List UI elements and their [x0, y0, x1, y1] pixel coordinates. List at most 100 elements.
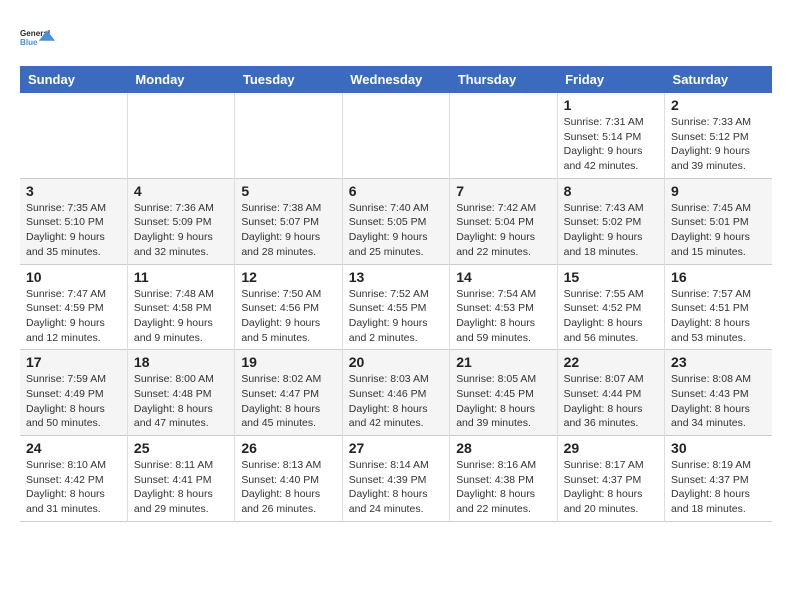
calendar-cell: [235, 93, 342, 178]
day-info: Sunrise: 8:19 AMSunset: 4:37 PMDaylight:…: [671, 458, 766, 517]
calendar-cell: 11 Sunrise: 7:48 AMSunset: 4:58 PMDayligh…: [127, 264, 234, 350]
header-saturday: Saturday: [665, 66, 772, 93]
calendar-cell: 28Sunrise: 8:16 AMSunset: 4:38 PMDayligh…: [450, 436, 557, 522]
calendar-cell: [342, 93, 449, 178]
calendar-cell: 17 Sunrise: 7:59 AMSunset: 4:49 PMDayligh…: [20, 350, 127, 436]
day-info: Sunrise: 7:38 AMSunset: 5:07 PMDaylight:…: [241, 201, 335, 260]
day-number: 7: [456, 183, 550, 199]
calendar-cell: 30 Sunrise: 8:19 AMSunset: 4:37 PMDayligh…: [665, 436, 772, 522]
week-row-0: 1 Sunrise: 7:31 AMSunset: 5:14 PMDaylight…: [20, 93, 772, 178]
day-number: 4: [134, 183, 228, 199]
week-row-2: 10 Sunrise: 7:47 AMSunset: 4:59 PMDayligh…: [20, 264, 772, 350]
day-number: 13: [349, 269, 443, 285]
day-info: Sunrise: 7:45 AMSunset: 5:01 PMDaylight:…: [671, 201, 766, 260]
day-number: 27: [349, 440, 443, 456]
day-info: Sunrise: 7:42 AMSunset: 5:04 PMDaylight:…: [456, 201, 550, 260]
day-info: Sunrise: 7:40 AMSunset: 5:05 PMDaylight:…: [349, 201, 443, 260]
day-info: Sunrise: 7:47 AMSunset: 4:59 PMDaylight:…: [26, 287, 121, 346]
page-header: GeneralBlue: [20, 20, 772, 56]
calendar-table: SundayMondayTuesdayWednesdayThursdayFrid…: [20, 66, 772, 522]
calendar-cell: 25 Sunrise: 8:11 AMSunset: 4:41 PMDayligh…: [127, 436, 234, 522]
calendar-cell: 16 Sunrise: 7:57 AMSunset: 4:51 PMDayligh…: [665, 264, 772, 350]
header-tuesday: Tuesday: [235, 66, 342, 93]
logo-icon: GeneralBlue: [20, 20, 56, 56]
day-number: 9: [671, 183, 766, 199]
day-info: Sunrise: 7:35 AMSunset: 5:10 PMDaylight:…: [26, 201, 121, 260]
day-info: Sunrise: 8:07 AMSunset: 4:44 PMDaylight:…: [564, 372, 658, 431]
day-info: Sunrise: 7:59 AMSunset: 4:49 PMDaylight:…: [26, 372, 121, 431]
day-number: 22: [564, 354, 658, 370]
calendar-cell: 8Sunrise: 7:43 AMSunset: 5:02 PMDaylight…: [557, 178, 664, 264]
day-number: 2: [671, 97, 766, 113]
calendar-cell: [450, 93, 557, 178]
calendar-cell: [127, 93, 234, 178]
calendar-cell: 3 Sunrise: 7:35 AMSunset: 5:10 PMDaylight…: [20, 178, 127, 264]
calendar-cell: 7 Sunrise: 7:42 AMSunset: 5:04 PMDaylight…: [450, 178, 557, 264]
calendar-cell: 13 Sunrise: 7:52 AMSunset: 4:55 PMDayligh…: [342, 264, 449, 350]
day-info: Sunrise: 8:16 AMSunset: 4:38 PMDaylight:…: [456, 458, 550, 517]
day-info: Sunrise: 8:17 AMSunset: 4:37 PMDaylight:…: [564, 458, 658, 517]
day-number: 15: [564, 269, 658, 285]
calendar-cell: 22 Sunrise: 8:07 AMSunset: 4:44 PMDayligh…: [557, 350, 664, 436]
day-info: Sunrise: 8:14 AMSunset: 4:39 PMDaylight:…: [349, 458, 443, 517]
day-info: Sunrise: 7:54 AMSunset: 4:53 PMDaylight:…: [456, 287, 550, 346]
calendar-cell: 5Sunrise: 7:38 AMSunset: 5:07 PMDaylight…: [235, 178, 342, 264]
week-row-1: 3 Sunrise: 7:35 AMSunset: 5:10 PMDaylight…: [20, 178, 772, 264]
day-number: 30: [671, 440, 766, 456]
day-number: 24: [26, 440, 121, 456]
day-number: 17: [26, 354, 121, 370]
week-row-3: 17 Sunrise: 7:59 AMSunset: 4:49 PMDayligh…: [20, 350, 772, 436]
calendar-cell: 6 Sunrise: 7:40 AMSunset: 5:05 PMDaylight…: [342, 178, 449, 264]
day-info: Sunrise: 7:52 AMSunset: 4:55 PMDaylight:…: [349, 287, 443, 346]
calendar-cell: 4 Sunrise: 7:36 AMSunset: 5:09 PMDaylight…: [127, 178, 234, 264]
day-number: 1: [564, 97, 658, 113]
day-number: 6: [349, 183, 443, 199]
calendar-cell: 2 Sunrise: 7:33 AMSunset: 5:12 PMDaylight…: [665, 93, 772, 178]
day-info: Sunrise: 7:50 AMSunset: 4:56 PMDaylight:…: [241, 287, 335, 346]
header-sunday: Sunday: [20, 66, 127, 93]
day-number: 25: [134, 440, 228, 456]
calendar-cell: 29 Sunrise: 8:17 AMSunset: 4:37 PMDayligh…: [557, 436, 664, 522]
calendar-cell: [20, 93, 127, 178]
day-number: 16: [671, 269, 766, 285]
day-number: 20: [349, 354, 443, 370]
day-info: Sunrise: 8:05 AMSunset: 4:45 PMDaylight:…: [456, 372, 550, 431]
week-row-4: 24Sunrise: 8:10 AMSunset: 4:42 PMDayligh…: [20, 436, 772, 522]
day-number: 12: [241, 269, 335, 285]
day-number: 11: [134, 269, 228, 285]
calendar-cell: 12 Sunrise: 7:50 AMSunset: 4:56 PMDayligh…: [235, 264, 342, 350]
day-info: Sunrise: 8:13 AMSunset: 4:40 PMDaylight:…: [241, 458, 335, 517]
day-number: 8: [564, 183, 658, 199]
header-row: SundayMondayTuesdayWednesdayThursdayFrid…: [20, 66, 772, 93]
calendar-cell: 23 Sunrise: 8:08 AMSunset: 4:43 PMDayligh…: [665, 350, 772, 436]
calendar-cell: 26 Sunrise: 8:13 AMSunset: 4:40 PMDayligh…: [235, 436, 342, 522]
day-info: Sunrise: 7:48 AMSunset: 4:58 PMDaylight:…: [134, 287, 228, 346]
calendar-cell: 18Sunrise: 8:00 AMSunset: 4:48 PMDayligh…: [127, 350, 234, 436]
day-number: 3: [26, 183, 121, 199]
day-info: Sunrise: 7:31 AMSunset: 5:14 PMDaylight:…: [564, 115, 658, 174]
day-number: 29: [564, 440, 658, 456]
day-info: Sunrise: 7:33 AMSunset: 5:12 PMDaylight:…: [671, 115, 766, 174]
day-info: Sunrise: 7:55 AMSunset: 4:52 PMDaylight:…: [564, 287, 658, 346]
calendar-cell: 27 Sunrise: 8:14 AMSunset: 4:39 PMDayligh…: [342, 436, 449, 522]
header-monday: Monday: [127, 66, 234, 93]
header-thursday: Thursday: [450, 66, 557, 93]
day-number: 14: [456, 269, 550, 285]
day-number: 10: [26, 269, 121, 285]
calendar-cell: 10 Sunrise: 7:47 AMSunset: 4:59 PMDayligh…: [20, 264, 127, 350]
day-number: 21: [456, 354, 550, 370]
svg-text:Blue: Blue: [20, 38, 38, 47]
day-info: Sunrise: 7:57 AMSunset: 4:51 PMDaylight:…: [671, 287, 766, 346]
calendar-cell: 21 Sunrise: 8:05 AMSunset: 4:45 PMDayligh…: [450, 350, 557, 436]
day-number: 23: [671, 354, 766, 370]
calendar-cell: 14 Sunrise: 7:54 AMSunset: 4:53 PMDayligh…: [450, 264, 557, 350]
calendar-cell: 1 Sunrise: 7:31 AMSunset: 5:14 PMDaylight…: [557, 93, 664, 178]
day-info: Sunrise: 7:36 AMSunset: 5:09 PMDaylight:…: [134, 201, 228, 260]
day-number: 26: [241, 440, 335, 456]
calendar-cell: 19Sunrise: 8:02 AMSunset: 4:47 PMDayligh…: [235, 350, 342, 436]
day-info: Sunrise: 8:08 AMSunset: 4:43 PMDaylight:…: [671, 372, 766, 431]
calendar-cell: 20Sunrise: 8:03 AMSunset: 4:46 PMDayligh…: [342, 350, 449, 436]
header-friday: Friday: [557, 66, 664, 93]
day-info: Sunrise: 8:11 AMSunset: 4:41 PMDaylight:…: [134, 458, 228, 517]
header-wednesday: Wednesday: [342, 66, 449, 93]
